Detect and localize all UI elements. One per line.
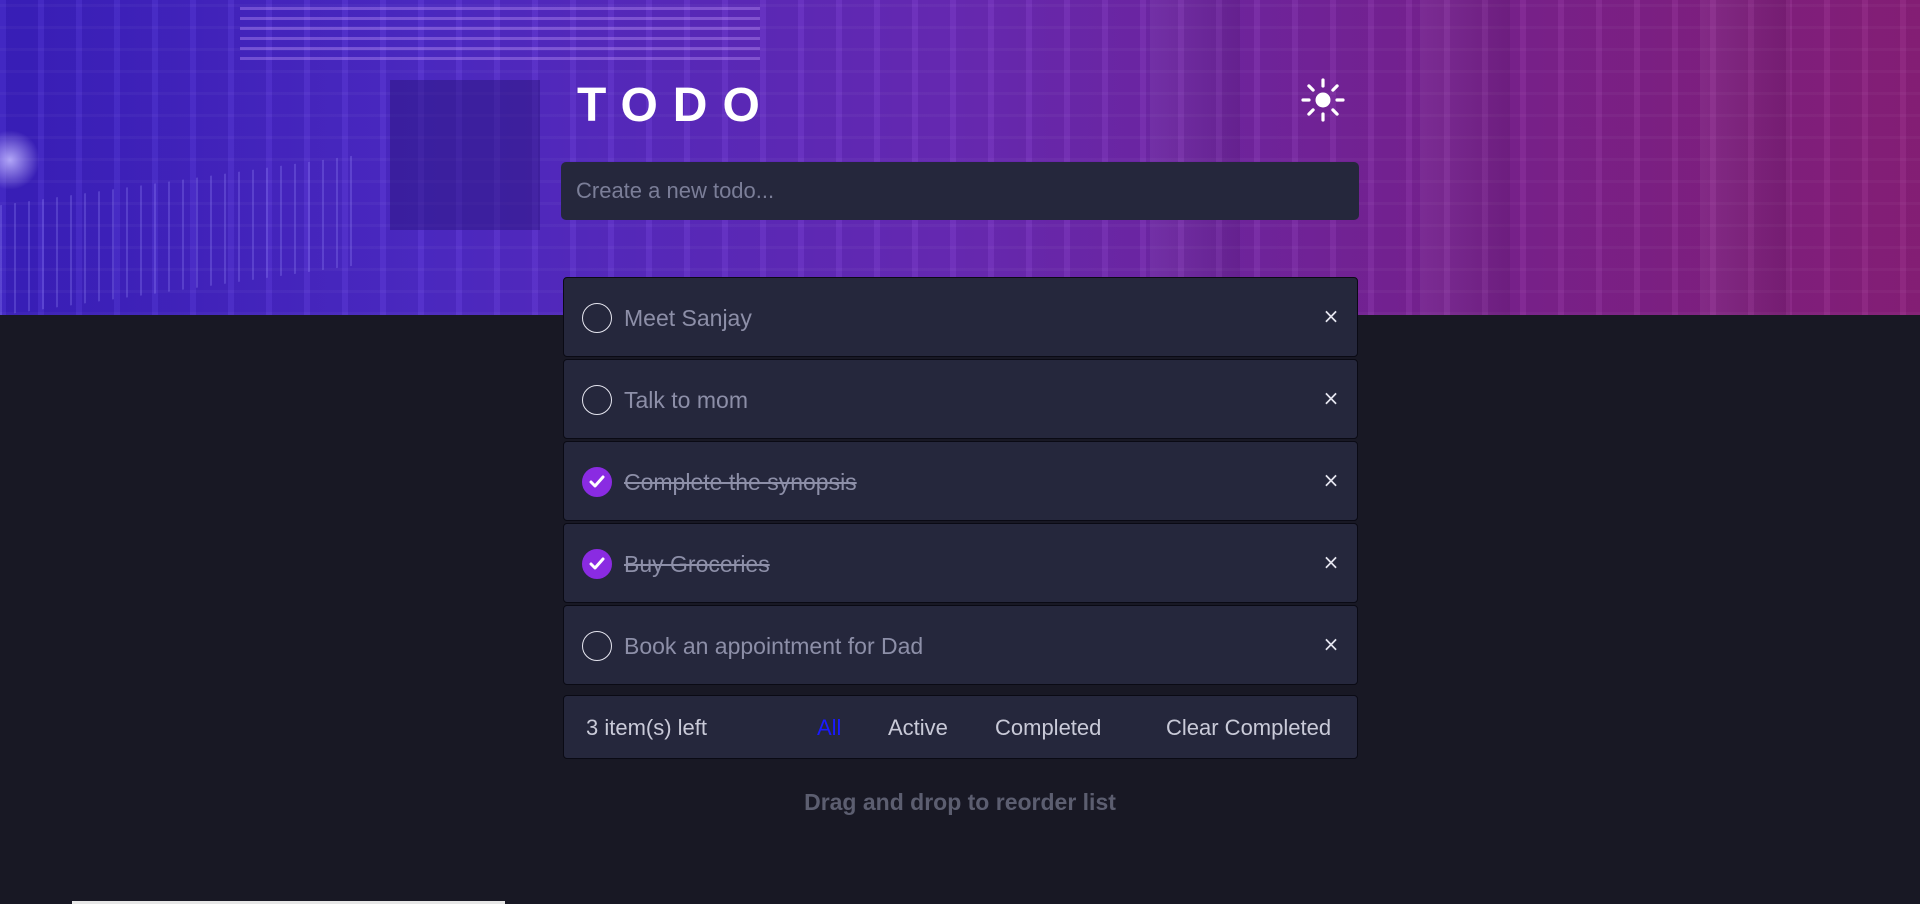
- pillar: [1150, 0, 1240, 315]
- items-left-count: 3 item(s) left: [586, 715, 708, 740]
- hero-background: [0, 0, 1920, 315]
- todo-text: Buy Groceries: [624, 551, 770, 577]
- todo-text: Talk to mom: [624, 387, 748, 413]
- ceiling-beams: [240, 0, 760, 60]
- todo-text: Book an appointment for Dad: [624, 633, 924, 659]
- header: TODO: [561, 70, 1359, 140]
- light-glow: [0, 130, 40, 190]
- clear-completed-button[interactable]: Clear Completed: [1166, 715, 1331, 741]
- todo-item[interactable]: Talk to mom ×: [563, 359, 1358, 439]
- todo-item[interactable]: Complete the synopsis ×: [563, 441, 1358, 521]
- todo-item[interactable]: Buy Groceries ×: [563, 523, 1358, 603]
- pillar: [1700, 0, 1790, 315]
- todo-checkbox-checked[interactable]: [582, 549, 612, 579]
- todo-footer: 3 item(s) left All Active Completed Clea…: [563, 695, 1358, 759]
- checkmark-icon: [589, 475, 605, 488]
- delete-icon[interactable]: ×: [1319, 468, 1343, 496]
- sun-icon: [1301, 78, 1345, 122]
- filter-completed-button[interactable]: Completed: [995, 715, 1101, 741]
- filter-all-button[interactable]: All: [817, 715, 841, 741]
- todo-item[interactable]: Meet Sanjay ×: [563, 277, 1358, 357]
- filter-active-button[interactable]: Active: [888, 715, 948, 741]
- delete-icon[interactable]: ×: [1319, 386, 1343, 414]
- todo-item[interactable]: Book an appointment for Dad ×: [563, 605, 1358, 685]
- todo-text: Meet Sanjay: [624, 305, 752, 331]
- page-title: TODO: [577, 79, 775, 132]
- delete-icon[interactable]: ×: [1319, 632, 1343, 660]
- todo-checkbox[interactable]: [582, 631, 612, 661]
- todo-list: Meet Sanjay × Talk to mom × Complete the…: [563, 277, 1358, 687]
- railing: [0, 154, 360, 315]
- todo-checkbox-checked[interactable]: [582, 467, 612, 497]
- delete-icon[interactable]: ×: [1319, 304, 1343, 332]
- todo-checkbox[interactable]: [582, 385, 612, 415]
- todo-checkbox[interactable]: [582, 303, 612, 333]
- doorway: [390, 80, 540, 230]
- pillar: [1420, 0, 1510, 315]
- new-todo-input[interactable]: [561, 162, 1359, 220]
- delete-icon[interactable]: ×: [1319, 550, 1343, 578]
- todo-text: Complete the synopsis: [624, 469, 857, 495]
- theme-toggle-button[interactable]: [1298, 75, 1348, 125]
- checkmark-icon: [589, 557, 605, 570]
- drag-hint: Drag and drop to reorder list: [804, 789, 1116, 815]
